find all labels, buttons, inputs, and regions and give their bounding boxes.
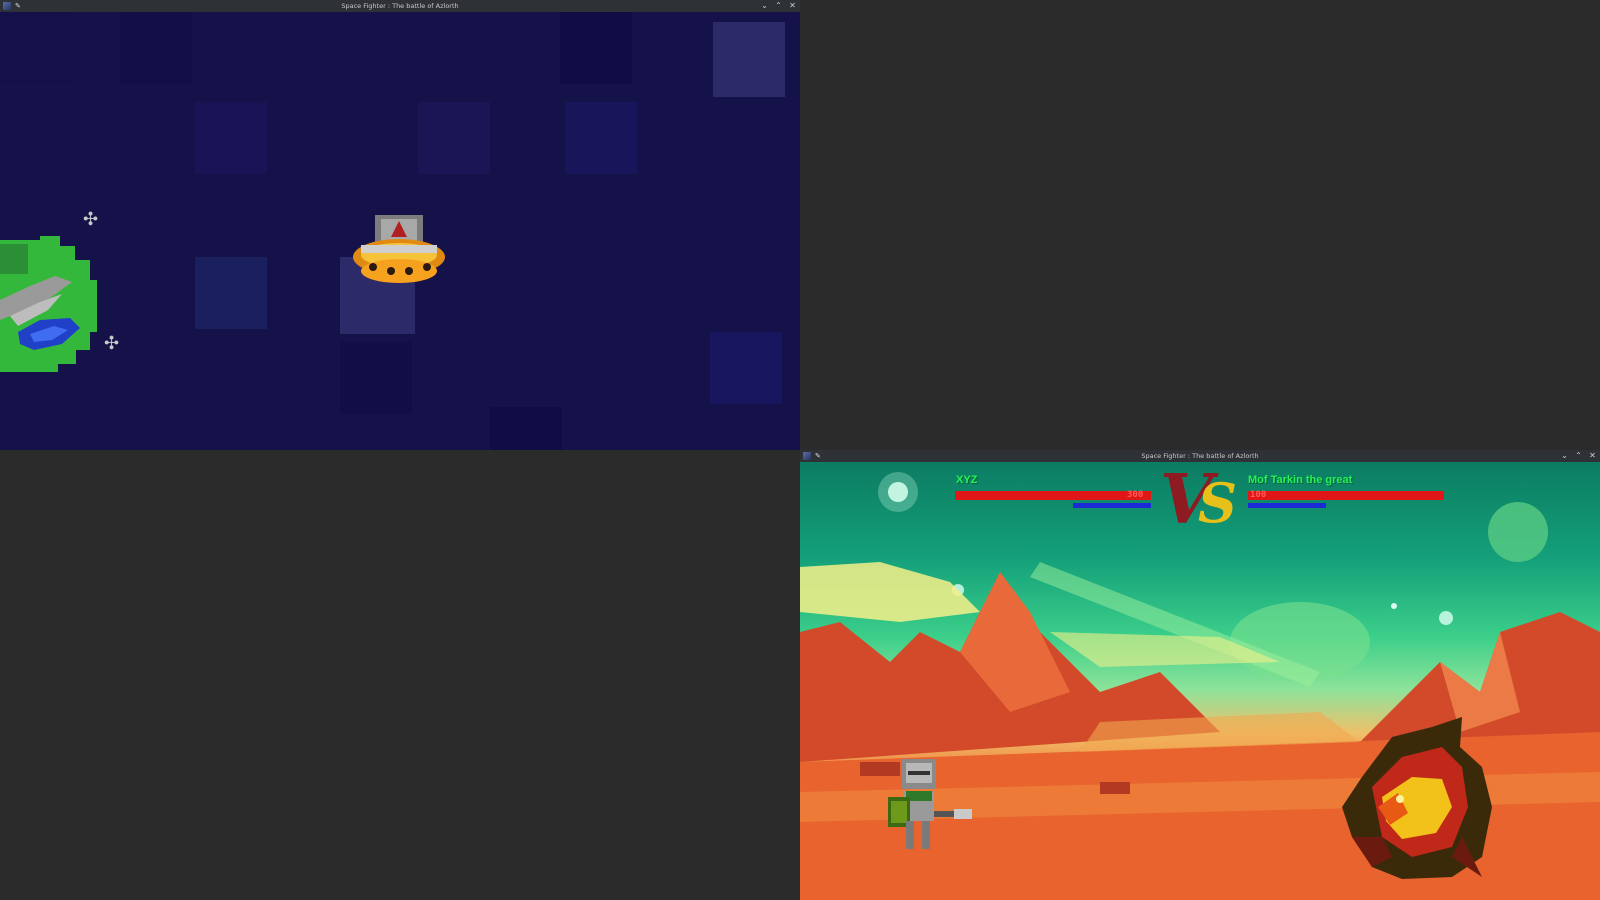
game-canvas[interactable]: XYZ 300 Mof Tarkin the great 100 V S [800,462,1600,900]
enemy-name: Mof Tarkin the great [1248,474,1353,486]
knight-character[interactable] [888,757,988,867]
bg-tile [565,102,637,174]
maximize-button[interactable]: ⌃ [1575,450,1582,462]
player-name: XYZ [956,474,978,486]
bg-tile [340,342,412,414]
minimize-button[interactable]: ⌄ [1561,450,1568,462]
bg-tile [195,257,267,329]
bg-tile [560,257,632,329]
enemy-hp-value: 100 [1250,490,1267,500]
fighting-game-window: ✎ Space Fighter : The battle of Azlorth … [800,450,1600,900]
titlebar[interactable]: ✎ Space Fighter : The battle of Azlorth … [0,0,800,12]
bg-tile [490,407,562,450]
bg-tile [560,12,632,84]
bg-tile [195,102,267,174]
window-title: Space Fighter : The battle of Azlorth [1141,452,1259,460]
bg-tile [710,332,782,404]
star-icon: ✣ [104,333,120,353]
player-hp-value: 300 [1127,490,1144,500]
titlebar[interactable]: ✎ Space Fighter : The battle of Azlorth … [800,450,1600,462]
game-canvas[interactable]: ✣ ✣ [0,12,800,450]
bg-tile [0,12,72,84]
minimize-button[interactable]: ⌄ [761,0,768,12]
enemy-hp-bar [1248,491,1444,500]
space-shooter-window: ✎ Space Fighter : The battle of Azlorth … [0,0,800,450]
close-button[interactable]: ✕ [1589,450,1596,462]
enemy-mp-bar [1248,503,1327,508]
dragon-enemy[interactable] [1342,717,1502,887]
spaceship[interactable] [347,215,451,295]
bg-tile [120,12,192,84]
planet [0,236,97,372]
star-icon: ✣ [83,209,99,229]
player-mp-bar [1072,503,1151,508]
bg-tile [418,102,490,174]
player-hp-bar [955,491,1151,500]
close-button[interactable]: ✕ [789,0,796,12]
window-title: Space Fighter : The battle of Azlorth [341,2,459,10]
vs-s-letter: S [1198,471,1237,535]
maximize-button[interactable]: ⌃ [775,0,782,12]
bg-tile [713,22,785,97]
